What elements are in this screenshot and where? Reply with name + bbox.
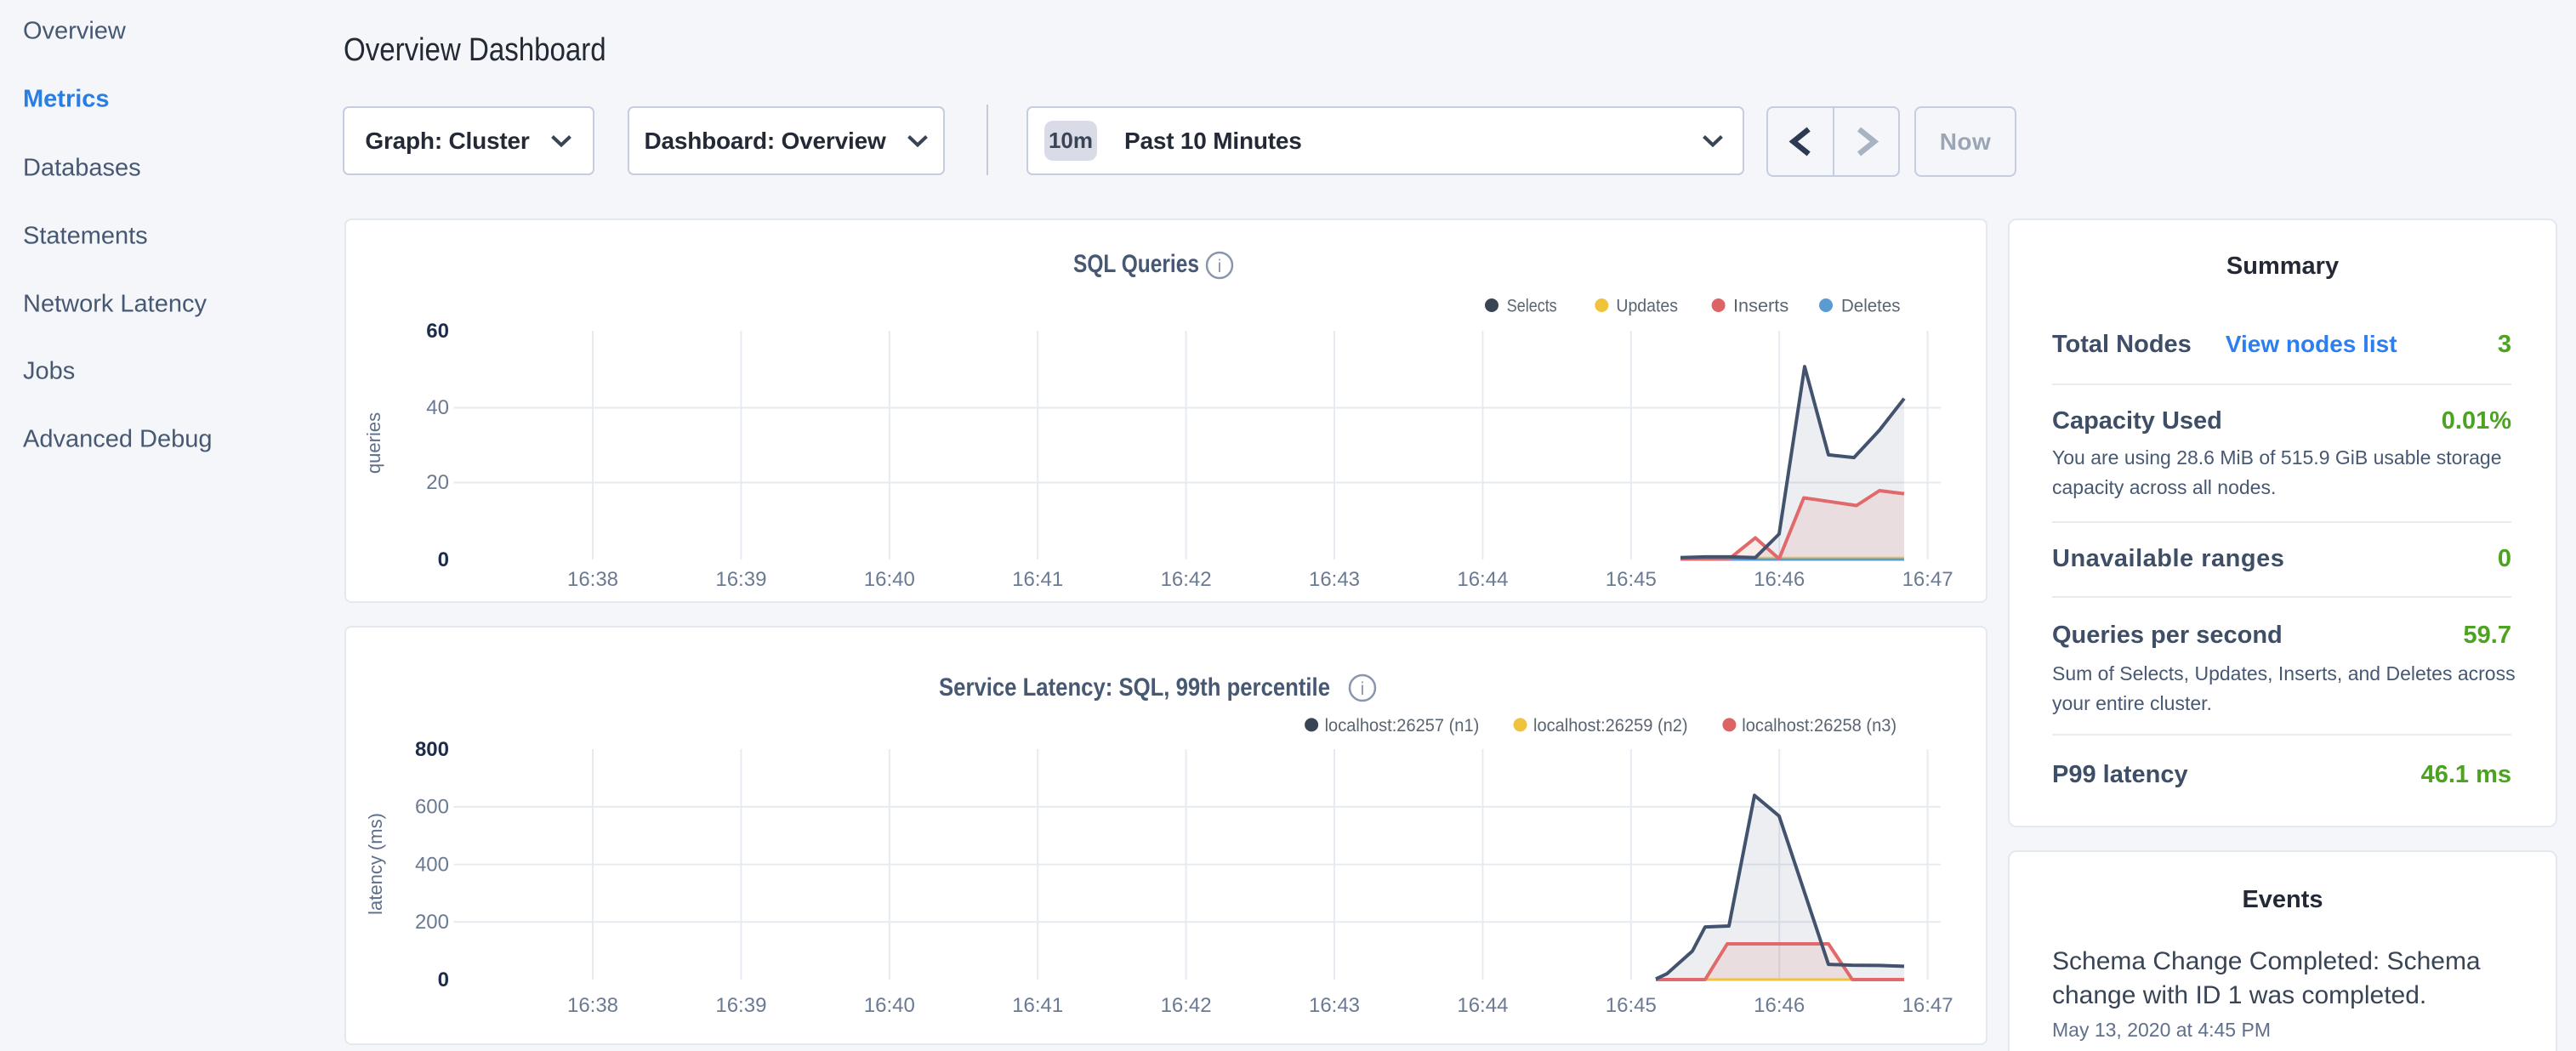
svg-text:16:43: 16:43 xyxy=(1309,568,1360,591)
svg-text:60: 60 xyxy=(426,320,449,343)
svg-text:16:39: 16:39 xyxy=(715,994,766,1017)
svg-text:20: 20 xyxy=(426,471,449,494)
svg-text:Updates: Updates xyxy=(1616,297,1678,316)
svg-text:16:40: 16:40 xyxy=(864,568,915,591)
svg-text:16:45: 16:45 xyxy=(1606,994,1657,1017)
svg-text:16:39: 16:39 xyxy=(715,568,766,591)
svg-text:queries: queries xyxy=(363,412,384,474)
svg-text:16:38: 16:38 xyxy=(567,994,618,1017)
svg-text:16:44: 16:44 xyxy=(1457,994,1508,1017)
svg-text:800: 800 xyxy=(415,738,449,761)
svg-text:40: 40 xyxy=(426,396,449,419)
svg-text:16:40: 16:40 xyxy=(864,994,915,1017)
svg-text:16:42: 16:42 xyxy=(1161,994,1212,1017)
svg-text:i: i xyxy=(1218,257,1222,276)
svg-text:0: 0 xyxy=(438,969,449,991)
svg-text:localhost:26259 (n2): localhost:26259 (n2) xyxy=(1533,716,1688,736)
svg-text:Inserts: Inserts xyxy=(1733,297,1788,316)
svg-text:16:44: 16:44 xyxy=(1457,568,1508,591)
svg-text:Selects: Selects xyxy=(1507,297,1557,316)
svg-text:200: 200 xyxy=(415,911,449,934)
svg-text:16:41: 16:41 xyxy=(1012,568,1063,591)
svg-text:SQL Queries: SQL Queries xyxy=(1073,250,1199,278)
svg-text:Deletes: Deletes xyxy=(1841,297,1901,316)
svg-text:i: i xyxy=(1361,679,1365,699)
svg-text:16:45: 16:45 xyxy=(1606,568,1657,591)
svg-text:localhost:26257 (n1): localhost:26257 (n1) xyxy=(1325,716,1480,736)
svg-text:localhost:26258 (n3): localhost:26258 (n3) xyxy=(1742,716,1896,736)
svg-text:16:38: 16:38 xyxy=(567,568,618,591)
svg-text:0: 0 xyxy=(438,548,449,571)
svg-text:600: 600 xyxy=(415,796,449,819)
svg-text:16:46: 16:46 xyxy=(1754,568,1805,591)
svg-text:latency (ms): latency (ms) xyxy=(365,813,386,915)
svg-text:Service Latency: SQL, 99th per: Service Latency: SQL, 99th percentile xyxy=(939,673,1330,702)
svg-text:400: 400 xyxy=(415,853,449,876)
svg-text:16:47: 16:47 xyxy=(1902,568,1953,591)
svg-text:16:42: 16:42 xyxy=(1161,568,1212,591)
svg-text:16:47: 16:47 xyxy=(1902,994,1953,1017)
svg-text:16:46: 16:46 xyxy=(1754,994,1805,1017)
svg-text:16:43: 16:43 xyxy=(1309,994,1360,1017)
svg-text:16:41: 16:41 xyxy=(1012,994,1063,1017)
